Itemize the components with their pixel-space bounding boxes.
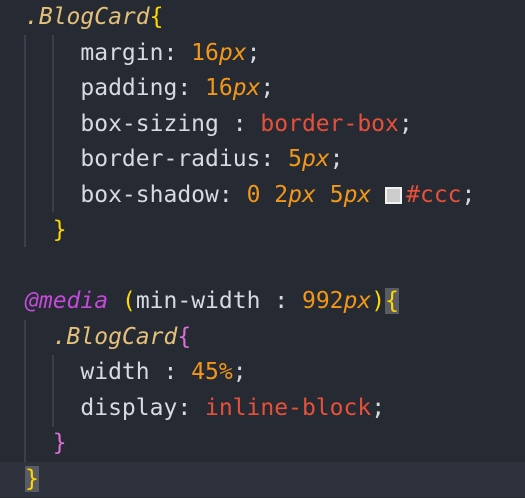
number: 2	[274, 182, 289, 208]
color-swatch-icon[interactable]	[385, 187, 403, 204]
at-rule: @media	[25, 288, 109, 314]
unit: px	[343, 182, 372, 208]
semicolon: ;	[260, 75, 275, 101]
code-line-6: box-shadow: 0 2px 5px #ccc;	[25, 178, 475, 213]
number: 45%	[191, 359, 233, 385]
number: 992	[301, 288, 344, 314]
number: 5	[288, 146, 302, 172]
unit: px	[301, 146, 330, 172]
number: 16	[191, 40, 219, 66]
code-line-10: .BlogCard{	[25, 320, 191, 355]
paren: )	[371, 288, 386, 314]
matched-brace: }	[25, 466, 39, 492]
number: 16	[205, 75, 233, 101]
semicolon: ;	[461, 182, 476, 208]
code-line-9: @media (min-width : 992px){	[25, 284, 399, 319]
code-line-13: }	[25, 426, 67, 461]
unit: px	[218, 40, 247, 66]
property: min-width :	[135, 288, 302, 314]
property: padding:	[80, 75, 206, 101]
unit: px	[232, 75, 261, 101]
code-line-4: box-sizing : border-box;	[25, 107, 413, 142]
property: border-radius:	[80, 146, 289, 172]
brace: }	[52, 430, 67, 456]
value: inline-block	[205, 395, 372, 421]
number: 5	[329, 182, 344, 208]
semicolon: ;	[398, 111, 413, 137]
property: margin:	[80, 40, 192, 66]
matched-brace: {	[385, 288, 399, 314]
code-line-1: .BlogCard{	[25, 0, 163, 35]
brace: {	[149, 4, 164, 30]
selector: .BlogCard	[52, 324, 178, 350]
property: display:	[80, 395, 206, 421]
code-line-5: border-radius: 5px;	[25, 142, 344, 177]
code-line-12: display: inline-block;	[25, 391, 385, 426]
code-line-14-current: }	[0, 462, 525, 498]
semicolon: ;	[246, 40, 261, 66]
semicolon: ;	[329, 146, 344, 172]
property: width :	[80, 359, 192, 385]
semicolon: ;	[232, 359, 247, 385]
brace: }	[52, 217, 67, 243]
property: box-sizing :	[80, 111, 261, 137]
paren: (	[121, 288, 136, 314]
code-line-7: }	[25, 213, 67, 248]
selector: .BlogCard	[25, 4, 150, 30]
code-line-11: width : 45%;	[25, 355, 247, 390]
code-line-2: margin: 16px;	[25, 36, 260, 71]
unit: px	[343, 288, 372, 314]
unit: px	[288, 182, 316, 208]
semicolon: ;	[371, 395, 386, 421]
value: border-box	[260, 111, 399, 137]
property: box-shadow:	[80, 182, 247, 208]
color-value: #ccc	[406, 182, 462, 208]
code-editor[interactable]: .BlogCard{ margin: 16px; padding: 16px; …	[0, 0, 525, 498]
number: 0	[246, 182, 261, 208]
brace: {	[177, 324, 192, 350]
code-line-3: padding: 16px;	[25, 71, 274, 106]
